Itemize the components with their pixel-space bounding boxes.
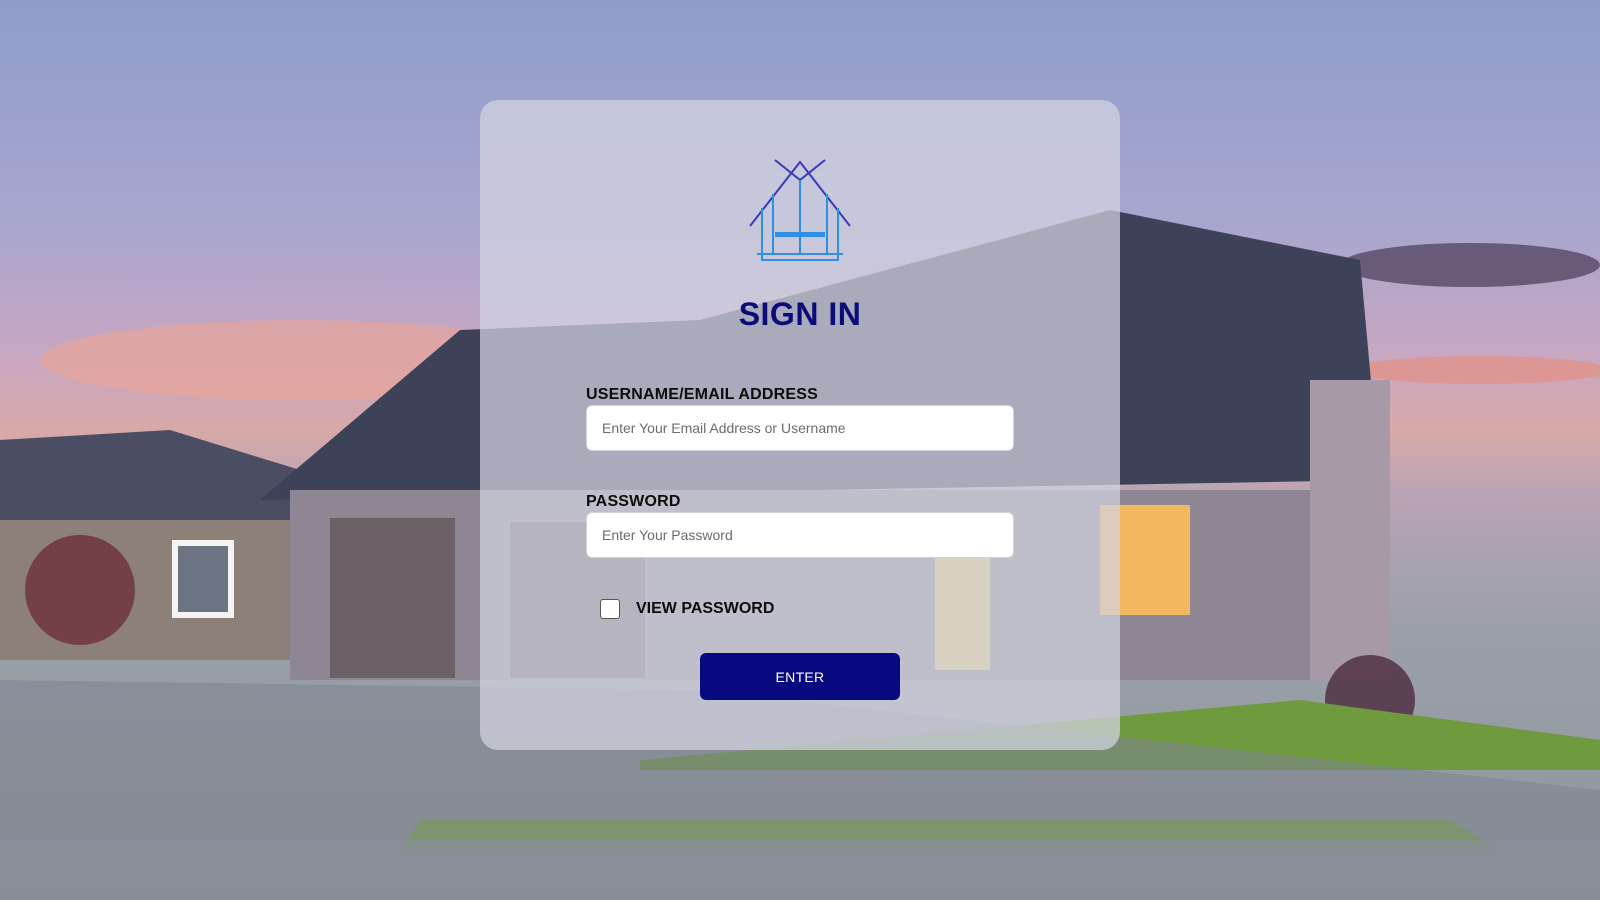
password-label: PASSWORD: [586, 493, 681, 510]
password-input[interactable]: [586, 512, 1014, 558]
view-password-row[interactable]: VIEW PASSWORD: [600, 599, 774, 619]
enter-button[interactable]: ENTER: [700, 653, 900, 700]
username-label: USERNAME/EMAIL ADDRESS: [586, 386, 818, 403]
username-input[interactable]: [586, 405, 1014, 451]
view-password-label[interactable]: VIEW PASSWORD: [636, 600, 774, 618]
view-password-checkbox[interactable]: [600, 599, 620, 619]
house-outline-logo-icon: [749, 159, 851, 261]
page-title: SIGN IN: [738, 296, 862, 332]
